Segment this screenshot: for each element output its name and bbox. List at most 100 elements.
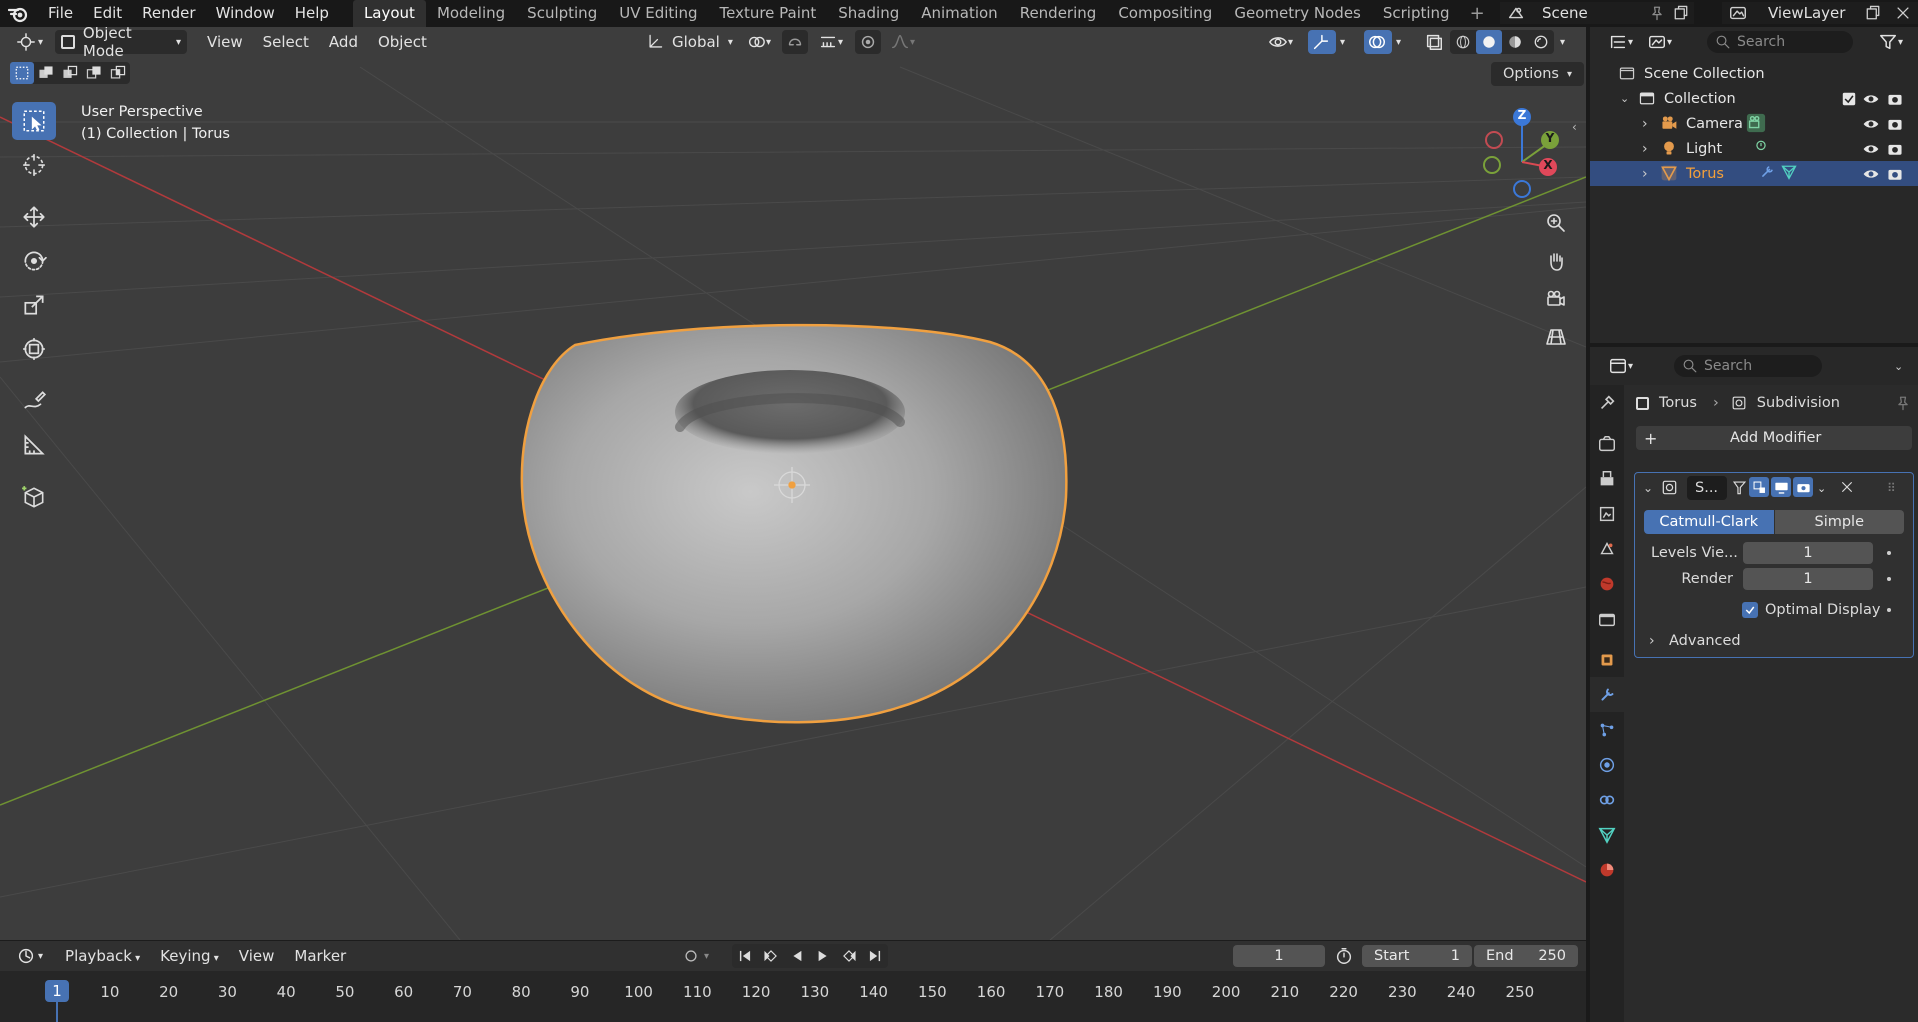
end-frame-field[interactable]: End 250 bbox=[1474, 945, 1578, 967]
options-dropdown[interactable]: Options ▾ bbox=[1491, 62, 1584, 86]
modifier-name-input[interactable]: S... bbox=[1687, 476, 1727, 500]
wireframe-shading-icon[interactable] bbox=[1450, 30, 1476, 54]
tab-layout[interactable]: Layout bbox=[352, 0, 426, 27]
eye-icon[interactable] bbox=[1862, 165, 1880, 183]
start-frame-field[interactable]: Start 1 bbox=[1362, 945, 1472, 967]
mode-dropdown[interactable]: Object Mode ▾ bbox=[55, 27, 188, 60]
viewport-menu-view[interactable]: View bbox=[197, 33, 253, 51]
tab-animation[interactable]: Animation bbox=[910, 0, 1008, 27]
outliner-item-camera[interactable]: › Camera bbox=[1590, 111, 1918, 136]
chevron-right-icon[interactable]: › bbox=[1642, 141, 1648, 157]
overlays-dropdown[interactable]: ▾ bbox=[1392, 30, 1405, 54]
outliner-item-torus[interactable]: › Torus bbox=[1590, 161, 1918, 186]
menu-help[interactable]: Help bbox=[285, 0, 339, 27]
render-icon[interactable] bbox=[1793, 477, 1813, 497]
on-cage-icon[interactable] bbox=[1731, 479, 1748, 496]
auto-keying-icon[interactable]: ▾ bbox=[676, 944, 715, 968]
area-divider[interactable] bbox=[1590, 343, 1918, 347]
menu-file[interactable]: File bbox=[38, 0, 83, 27]
keyframe-dot-icon[interactable] bbox=[1887, 577, 1891, 581]
overlays-toggle-icon[interactable] bbox=[1364, 30, 1392, 54]
menu-render[interactable]: Render bbox=[132, 0, 205, 27]
chevron-down-icon[interactable]: ⌄ bbox=[1817, 482, 1826, 495]
timeline-menu-view[interactable]: View bbox=[229, 947, 285, 965]
world-tab-icon[interactable] bbox=[1590, 566, 1624, 601]
physics-tab-icon[interactable] bbox=[1590, 747, 1624, 782]
scene-collection-row[interactable]: Scene Collection bbox=[1590, 61, 1918, 86]
tab-rendering[interactable]: Rendering bbox=[1009, 0, 1108, 27]
remove-view-layer-icon[interactable] bbox=[1894, 4, 1912, 22]
jump-start-icon[interactable] bbox=[732, 944, 758, 968]
view-layer-selector[interactable]: ViewLayer bbox=[1722, 2, 1918, 24]
sidebar-toggle-icon[interactable]: ‹ bbox=[1572, 120, 1577, 134]
new-view-layer-icon[interactable] bbox=[1864, 4, 1882, 22]
xray-toggle-icon[interactable] bbox=[1420, 30, 1448, 54]
camera-view-icon[interactable] bbox=[1540, 283, 1572, 315]
outliner-item-light[interactable]: › Light bbox=[1590, 136, 1918, 161]
perspective-toggle-icon[interactable] bbox=[1540, 321, 1572, 353]
select-box-tool-icon[interactable] bbox=[12, 102, 56, 140]
outliner-search-input[interactable]: Search bbox=[1707, 31, 1853, 53]
scene-selector[interactable]: Scene bbox=[1500, 2, 1694, 24]
add-cube-tool-icon[interactable] bbox=[12, 478, 56, 516]
current-frame-marker[interactable]: 1 bbox=[45, 980, 69, 1002]
torus-mesh[interactable] bbox=[520, 323, 1068, 724]
transform-orientation-dropdown[interactable]: Global ▾ bbox=[640, 30, 739, 54]
collection-row[interactable]: ⌄ Collection bbox=[1590, 86, 1918, 111]
object-data-icon[interactable] bbox=[1752, 138, 1770, 156]
select-new-icon[interactable] bbox=[10, 62, 34, 84]
scale-tool-icon[interactable] bbox=[12, 286, 56, 324]
object-tab-icon[interactable] bbox=[1590, 642, 1624, 677]
tab-sculpting[interactable]: Sculpting bbox=[516, 0, 608, 27]
play-icon[interactable] bbox=[810, 944, 836, 968]
play-reverse-icon[interactable] bbox=[784, 944, 810, 968]
keyframe-dot-icon[interactable] bbox=[1887, 608, 1891, 612]
chevron-down-icon[interactable]: ⌄ bbox=[1643, 481, 1653, 495]
shading-dropdown[interactable]: ▾ bbox=[1556, 30, 1569, 54]
gizmo-z-label[interactable]: Z bbox=[1516, 108, 1528, 122]
constraints-tab-icon[interactable] bbox=[1590, 782, 1624, 817]
area-divider[interactable] bbox=[1586, 27, 1590, 1022]
annotate-tool-icon[interactable] bbox=[12, 382, 56, 420]
eye-icon[interactable] bbox=[1862, 140, 1880, 158]
collection-tab-icon[interactable] bbox=[1590, 601, 1624, 636]
pan-hand-icon[interactable] bbox=[1540, 245, 1572, 277]
solid-shading-icon[interactable] bbox=[1476, 30, 1502, 54]
viewport-menu-object[interactable]: Object bbox=[368, 33, 437, 51]
falloff-icon[interactable]: ▾ bbox=[884, 30, 921, 54]
timeline-menu-keying[interactable]: Keying ▾ bbox=[150, 947, 229, 965]
jump-end-icon[interactable] bbox=[862, 944, 888, 968]
proportional-editing-icon[interactable] bbox=[855, 30, 881, 54]
prev-keyframe-icon[interactable] bbox=[758, 944, 784, 968]
tab-compositing[interactable]: Compositing bbox=[1107, 0, 1223, 27]
catmull-clark-button[interactable]: Catmull-Clark bbox=[1644, 510, 1774, 534]
eye-icon[interactable] bbox=[1862, 90, 1880, 108]
outliner-editor-type-button[interactable]: ▾ bbox=[1602, 30, 1639, 54]
modifier-tab-icon[interactable] bbox=[1590, 677, 1624, 712]
select-intersect-icon[interactable] bbox=[106, 62, 130, 84]
tab-modeling[interactable]: Modeling bbox=[426, 0, 516, 27]
viewport-menu-add[interactable]: Add bbox=[319, 33, 368, 51]
measure-tool-icon[interactable] bbox=[12, 426, 56, 464]
add-modifier-button[interactable]: + Add Modifier bbox=[1636, 426, 1912, 450]
timeline-ruler[interactable]: 1 10 20 30 40 50 60 70 80 90 100 110 120 130 140 150 160… bbox=[0, 971, 1586, 1022]
next-keyframe-icon[interactable] bbox=[836, 944, 862, 968]
timeline-editor-type-button[interactable]: ▾ bbox=[10, 944, 49, 968]
scene-tab-icon[interactable] bbox=[1590, 531, 1624, 566]
modifier-wrench-icon[interactable] bbox=[1758, 163, 1798, 181]
transform-tool-icon[interactable] bbox=[12, 330, 56, 368]
select-subtract-icon[interactable] bbox=[58, 62, 82, 84]
advanced-subpanel[interactable]: › Advanced bbox=[1635, 629, 1915, 653]
particles-tab-icon[interactable] bbox=[1590, 712, 1624, 747]
render-camera-icon[interactable] bbox=[1886, 140, 1904, 158]
optimal-display-checkbox[interactable] bbox=[1742, 602, 1758, 618]
pivot-point-button[interactable]: ▾ bbox=[740, 30, 777, 54]
properties-editor-type-button[interactable]: ▾ bbox=[1602, 354, 1639, 378]
chevron-down-icon[interactable]: ⌄ bbox=[1620, 92, 1629, 105]
timeline-menu-playback[interactable]: Playback ▾ bbox=[55, 947, 150, 965]
properties-search-input[interactable]: Search bbox=[1674, 355, 1822, 377]
tool-tab-icon[interactable] bbox=[1590, 385, 1624, 420]
render-camera-icon[interactable] bbox=[1886, 115, 1904, 133]
tab-scripting[interactable]: Scripting bbox=[1372, 0, 1461, 27]
view-layer-tab-icon[interactable] bbox=[1590, 496, 1624, 531]
